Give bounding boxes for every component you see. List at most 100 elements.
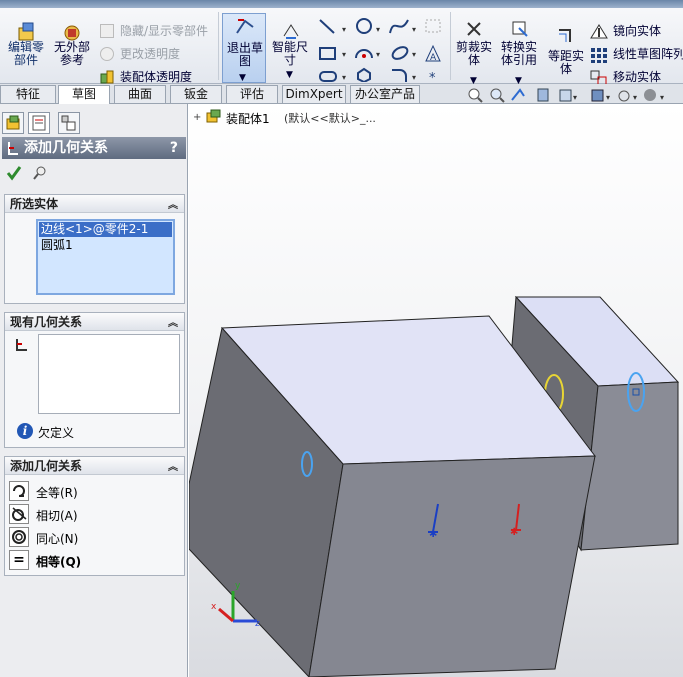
collapse-icon[interactable]: ︽ <box>168 459 178 477</box>
slot-tool-icon[interactable] <box>319 71 337 82</box>
mirror-entities-button[interactable]: 镜向实体 <box>613 25 661 38</box>
point-tool-icon[interactable]: * <box>429 71 436 86</box>
command-manager: 编辑零部件 无外部参考 隐藏/显示零部件 更改透明度 装配体透明度 退出草图 ▼… <box>0 8 683 86</box>
appearance-icon[interactable]: ▾ <box>644 89 664 102</box>
assembly-transparency-icon <box>100 70 114 84</box>
exit-sketch-group[interactable]: 退出草图 ▼ <box>222 13 266 83</box>
chevron-down-icon: ▼ <box>286 70 293 80</box>
selected-entities-header: 所选实体 <box>10 197 59 211</box>
svg-text:▾: ▾ <box>342 50 346 59</box>
property-manager-tab[interactable] <box>28 112 50 134</box>
linear-pattern-button[interactable]: 线性草图阵列 <box>613 48 683 61</box>
assembly-transparency-button[interactable]: 装配体透明度 <box>120 71 192 84</box>
tab-evaluate[interactable]: 评估 <box>226 85 278 103</box>
configuration-manager-tab[interactable] <box>58 112 80 134</box>
separator <box>218 12 219 80</box>
svg-text:x: x <box>211 602 217 612</box>
svg-text:z: z <box>255 619 260 629</box>
convert-entities-icon <box>511 20 529 38</box>
existing-relations-header: 现有几何关系 <box>10 315 83 329</box>
text-tool-icon[interactable]: A <box>425 44 441 63</box>
add-relations-group: 添加几何关系 ︽ 全等(R) 相切(A) 同心(N) = 相等(Q) <box>4 456 185 576</box>
offset-entities-button[interactable]: 等距实体 <box>545 50 587 76</box>
svg-text:▾: ▾ <box>412 50 416 59</box>
separator <box>450 12 451 80</box>
hide-show-items-icon[interactable]: ▾ <box>618 90 637 102</box>
svg-text:▾: ▾ <box>342 25 346 34</box>
change-transparency-button[interactable]: 更改透明度 <box>120 48 180 61</box>
existing-relations-list[interactable] <box>38 334 180 414</box>
convert-entities-button[interactable]: 转换实体引用 <box>498 41 540 67</box>
tree-item-assembly[interactable]: 装配体1 <box>226 110 270 127</box>
zoom-to-area-icon[interactable] <box>490 88 505 103</box>
relation-coincident[interactable]: 全等(R) <box>9 481 179 501</box>
linear-pattern-icon <box>590 47 608 63</box>
construction-grid-icon[interactable] <box>425 19 441 33</box>
graphics-area[interactable]: ✱ ✱ x y z + 装配体1 (默认<<默认>_... <box>189 104 683 677</box>
collapse-icon[interactable]: ︽ <box>168 315 178 333</box>
panel-title: 添加几何关系 <box>24 140 108 156</box>
collapse-icon[interactable]: ︽ <box>168 197 178 215</box>
help-button[interactable]: ? <box>170 137 178 159</box>
selected-entities-list[interactable]: 边线<1>@零件2-1 圆弧1 <box>36 219 175 295</box>
smart-dimension-button[interactable]: 智能尺寸 <box>270 41 310 67</box>
trim-entities-button[interactable]: 剪裁实体 <box>455 41 493 67</box>
tab-dimxpert[interactable]: DimXpert <box>282 85 346 103</box>
zoom-to-fit-icon[interactable] <box>468 88 483 103</box>
section-view-icon[interactable] <box>537 88 549 102</box>
tab-surfaces[interactable]: 曲面 <box>114 85 166 103</box>
display-style-icon[interactable]: ▾ <box>591 89 610 102</box>
edit-component-button[interactable]: 编辑零部件 <box>5 41 47 67</box>
relation-concentric[interactable]: 同心(N) <box>9 527 179 547</box>
existing-relations-group: 现有几何关系 ︽ i 欠定义 <box>4 312 185 448</box>
list-item[interactable]: 边线<1>@零件2-1 <box>39 222 172 237</box>
status-text: 欠定义 <box>38 426 75 440</box>
smart-dimension-icon <box>282 22 300 40</box>
ellipse-tool-icon[interactable] <box>391 45 410 62</box>
rectangle-tool-icon[interactable] <box>319 47 336 60</box>
hide-show-components-button[interactable]: 隐藏/显示零部件 <box>120 25 208 38</box>
tab-features[interactable]: 特征 <box>0 85 56 103</box>
heads-up-view-toolbar: ▾ ▾ ▾ ▾ <box>466 86 680 104</box>
tree-expand-icon[interactable]: + <box>193 112 201 123</box>
relation-tangent[interactable]: 相切(A) <box>9 504 179 524</box>
fillet-tool-icon[interactable] <box>392 69 407 82</box>
feature-manager-tab[interactable] <box>2 112 24 134</box>
relation-label: 全等(R) <box>36 486 78 500</box>
svg-text:▾: ▾ <box>376 50 380 59</box>
exit-sketch-icon <box>235 17 255 35</box>
view-orientation-icon[interactable]: ▾ <box>559 89 577 102</box>
sketch-tools-grid: ▾ ▾ ▾ ▾ ▾ ▾ A ▾ ▾ * <box>316 16 446 86</box>
ok-button[interactable] <box>6 165 22 181</box>
coincident-icon <box>9 481 29 501</box>
tab-office-products[interactable]: 办公室产品 <box>350 85 420 103</box>
svg-text:y: y <box>235 581 241 591</box>
info-icon: i <box>17 423 33 439</box>
relation-label: 相等(Q) <box>36 555 82 569</box>
pushpin-icon[interactable] <box>32 165 48 181</box>
no-external-refs-button[interactable]: 无外部参考 <box>52 41 92 67</box>
concentric-icon <box>9 527 29 547</box>
hide-show-icon <box>100 24 114 38</box>
spline-tool-icon[interactable] <box>389 19 409 34</box>
selected-entities-group: 所选实体 ︽ 边线<1>@零件2-1 圆弧1 <box>4 194 185 304</box>
polygon-tool-icon[interactable] <box>357 67 371 84</box>
circle-tool-icon[interactable] <box>356 18 372 34</box>
relation-label: 相切(A) <box>36 509 78 523</box>
line-tool-icon[interactable] <box>319 19 335 34</box>
svg-text:▾: ▾ <box>606 93 610 102</box>
panel-header: 添加几何关系 ? <box>2 137 186 159</box>
tab-sketch[interactable]: 草图 <box>58 85 110 104</box>
relation-icon <box>13 337 29 353</box>
centerpoint-arc-icon[interactable] <box>355 49 373 59</box>
previous-view-icon[interactable] <box>511 88 525 101</box>
move-entities-button[interactable]: 移动实体 <box>613 71 661 84</box>
list-item[interactable]: 圆弧1 <box>39 238 172 253</box>
relation-equal[interactable]: = 相等(Q) <box>9 550 179 570</box>
svg-text:A: A <box>430 53 437 63</box>
svg-text:▾: ▾ <box>633 93 637 102</box>
trim-entities-icon <box>465 20 483 38</box>
relation-label: 同心(N) <box>36 532 79 546</box>
assembly-icon <box>205 108 223 124</box>
tab-sheet-metal[interactable]: 钣金 <box>170 85 222 103</box>
